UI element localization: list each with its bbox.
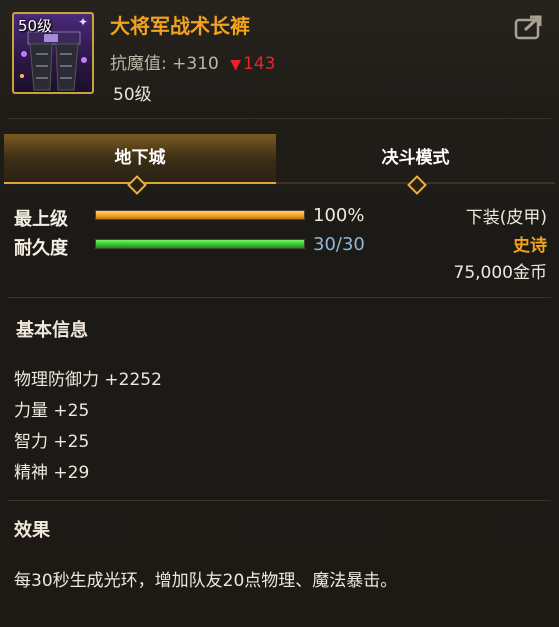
divider xyxy=(8,500,551,501)
max-level-bar-fill xyxy=(96,211,304,219)
durability-value: 30/30 xyxy=(313,234,365,255)
rarity-label: 史诗 xyxy=(513,236,547,256)
basic-info-title: 基本信息 xyxy=(16,320,88,341)
attribute-line: 物理防御力 +2252 xyxy=(14,370,162,390)
divider xyxy=(8,297,551,298)
divider xyxy=(8,118,551,119)
resist-diff: ▼ 143 xyxy=(230,54,275,74)
mode-tabs: 地下城 决斗模式 xyxy=(4,134,555,184)
item-header: 50级 ✦ 大将军战术长裤 抗魔值: +310 ▼ 143 50级 xyxy=(0,0,559,118)
item-level-badge: 50级 xyxy=(18,17,53,35)
resist-label: 抗魔值: xyxy=(110,54,167,74)
attribute-line: 力量 +25 xyxy=(14,401,90,421)
durability-bar-fill xyxy=(96,240,304,248)
effect-title: 效果 xyxy=(14,520,50,541)
attribute-line: 智力 +25 xyxy=(14,432,90,452)
price-label: 75,000金币 xyxy=(453,263,547,283)
max-level-label: 最上级 xyxy=(14,209,68,230)
resist-value: +310 xyxy=(172,54,219,74)
item-icon-frame: 50级 ✦ xyxy=(12,12,94,94)
resist-diff-value: 143 xyxy=(243,54,276,74)
share-export-icon[interactable] xyxy=(514,14,544,40)
durability-label: 耐久度 xyxy=(14,238,68,259)
item-tooltip-panel: 50级 ✦ 大将军战术长裤 抗魔值: +310 ▼ 143 50级 地下城 决斗模… xyxy=(0,0,559,627)
required-level: 50级 xyxy=(113,85,152,105)
item-name: 大将军战术长裤 xyxy=(110,14,250,38)
sparkle-icon: ✦ xyxy=(77,15,88,29)
effect-text: 每30秒生成光环，增加队友20点物理、魔法暴击。 xyxy=(14,571,398,591)
max-level-bar xyxy=(95,210,305,220)
durability-bar xyxy=(95,239,305,249)
slot-type: 下装(皮甲) xyxy=(465,208,547,228)
down-triangle-icon: ▼ xyxy=(230,57,242,73)
tab-dungeon[interactable]: 地下城 xyxy=(4,134,276,184)
attribute-line: 精神 +29 xyxy=(14,463,90,483)
resist-line: 抗魔值: +310 ▼ 143 xyxy=(110,49,275,74)
max-level-value: 100% xyxy=(313,205,365,226)
